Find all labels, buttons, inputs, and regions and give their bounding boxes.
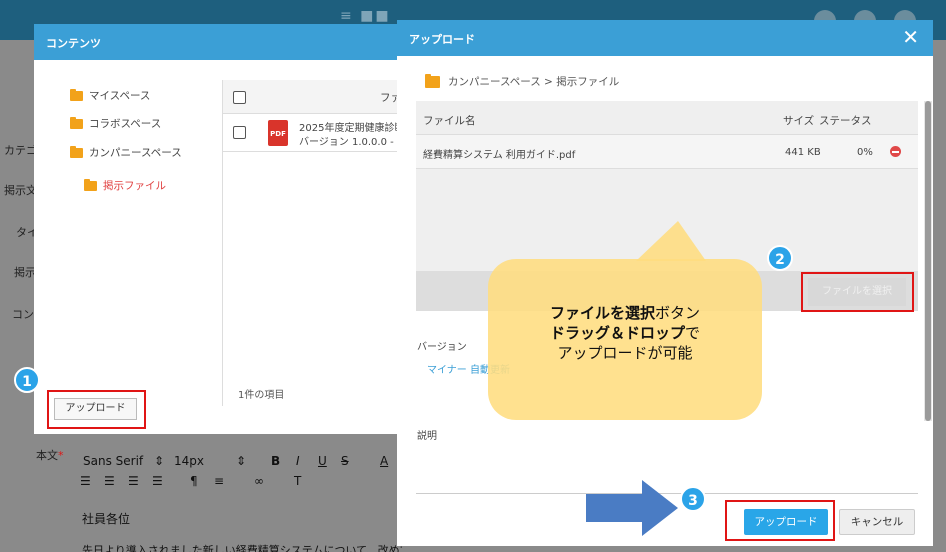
italic-icon[interactable]: I	[296, 454, 300, 468]
remove-icon[interactable]	[890, 146, 901, 157]
header-size: サイズ	[783, 115, 815, 127]
version-label: バージョン	[417, 342, 467, 353]
indent-icon[interactable]: ☰	[152, 474, 163, 488]
chevron-icon: ⇕	[154, 454, 165, 468]
cancel-button[interactable]: キャンセル	[839, 509, 915, 535]
chevron-icon: ⇕	[236, 454, 247, 468]
bold-icon[interactable]: B	[271, 454, 280, 468]
rich-text-editor[interactable]: Sans Serif ⇕ 14px ⇕ B I U S A ☰ ☰ ☰ ☰ ¶ …	[68, 440, 398, 552]
row-checkbox[interactable]	[233, 126, 246, 139]
table-header: ファイル名 サイズ ステータス	[416, 101, 918, 135]
underline-icon[interactable]: U	[318, 454, 327, 468]
highlight-box-2	[801, 272, 914, 312]
tree-item-company-space[interactable]: カンパニースペース	[70, 145, 182, 160]
step-badge-2: 2	[767, 245, 793, 271]
folder-icon	[70, 145, 83, 158]
table-row[interactable]: 経費精算システム 利用ガイド.pdf 441 KB 0%	[416, 135, 918, 169]
tree-item-collab-space[interactable]: コラボスペース	[70, 116, 161, 131]
link-icon[interactable]: ∞	[254, 474, 264, 488]
table-row[interactable]: PDF 2025年度定期健康診断 バージョン 1.0.0.0 - 3	[223, 114, 407, 152]
tree-item-my-space[interactable]: マイスペース	[70, 88, 150, 103]
form-label: カテゴ	[4, 144, 37, 157]
select-all-checkbox[interactable]	[233, 91, 246, 104]
scrollbar-thumb[interactable]	[925, 101, 931, 421]
contents-dialog: コンテンツ マイスペース コラボスペース カンパニースペース 掲示ファイル ファ…	[34, 24, 407, 434]
dialog-header: アップロード ✕	[397, 20, 933, 56]
dialog-title: アップロード	[409, 33, 475, 46]
outdent-icon[interactable]: ☰	[128, 474, 139, 488]
dialog-title: コンテンツ	[34, 24, 406, 60]
folder-icon	[425, 73, 440, 88]
pdf-icon: PDF	[268, 120, 288, 146]
step-badge-1: 1	[14, 367, 40, 393]
scrollbar[interactable]	[924, 101, 932, 421]
file-name[interactable]: 2025年度定期健康診断	[299, 119, 407, 134]
file-size: 441 KB	[785, 147, 821, 158]
file-version: バージョン 1.0.0.0 - 3	[299, 137, 404, 148]
file-list-header: ファ	[223, 80, 406, 114]
header-status: ステータス	[819, 115, 872, 127]
form-label: 掲示	[14, 266, 36, 279]
form-label: 掲示文	[4, 184, 37, 197]
callout-text: ファイルを選択ボタン ドラッグ＆ドロップで アップロードが可能	[549, 304, 701, 362]
item-count: 1件の項目	[238, 390, 285, 401]
body-label: 本文*	[36, 449, 64, 462]
arrow-right-icon	[586, 480, 678, 536]
step-badge-3: 3	[680, 486, 706, 512]
folder-icon	[84, 178, 97, 191]
editor-line: 社員各位	[82, 512, 131, 526]
tree-item-bulletin-files[interactable]: 掲示ファイル	[84, 178, 166, 193]
paragraph-icon[interactable]: ¶	[190, 474, 198, 488]
description-label: 説明	[417, 431, 437, 442]
folder-icon	[70, 116, 83, 129]
callout-tail	[636, 221, 706, 261]
file-name: 経費精算システム 利用ガイド.pdf	[423, 150, 576, 161]
clear-format-icon[interactable]: T	[294, 474, 301, 488]
editor-line: 先日より導入されました新しい経費精算システムについて、改めて利用方法をご案内いた…	[82, 544, 402, 552]
bullet-list-icon[interactable]: ☰	[104, 474, 115, 488]
folder-icon	[70, 88, 83, 101]
text-color-icon[interactable]: A	[380, 454, 388, 468]
callout-bubble: ファイルを選択ボタン ドラッグ＆ドロップで アップロードが可能	[488, 221, 762, 420]
breadcrumb-path: カンパニースペース > 掲示ファイル	[448, 76, 620, 88]
highlight-box-3	[725, 500, 835, 541]
size-select[interactable]: 14px	[174, 454, 204, 468]
breadcrumb: カンパニースペース > 掲示ファイル	[425, 73, 620, 89]
highlight-box-1	[47, 390, 146, 429]
align-icon[interactable]: ≡	[214, 474, 224, 488]
header-filename: ファイル名	[423, 115, 476, 127]
upload-progress: 0%	[857, 147, 873, 158]
file-list: ファ PDF 2025年度定期健康診断 バージョン 1.0.0.0 - 3 1件…	[222, 80, 407, 406]
close-icon[interactable]: ✕	[902, 26, 919, 48]
form-label: コン	[12, 308, 34, 321]
strike-icon[interactable]: S	[341, 454, 349, 468]
ordered-list-icon[interactable]: ☰	[80, 474, 91, 488]
font-select[interactable]: Sans Serif	[83, 454, 143, 468]
